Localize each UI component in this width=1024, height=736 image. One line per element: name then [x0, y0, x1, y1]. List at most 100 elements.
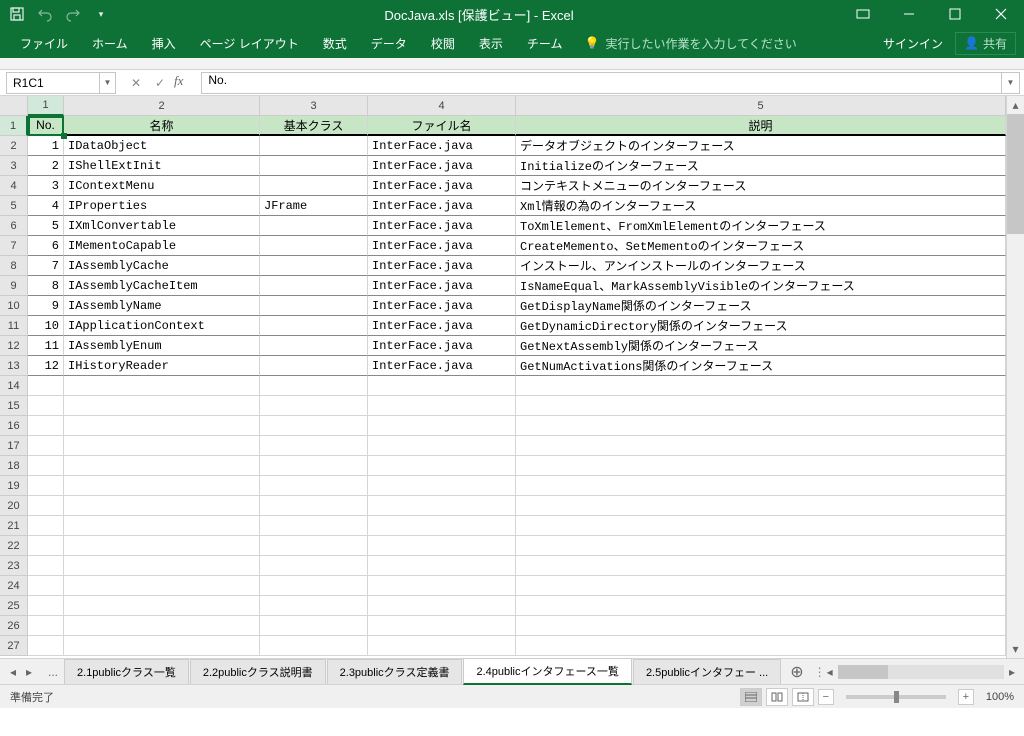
close-button[interactable]	[978, 0, 1024, 28]
cell[interactable]: 4	[28, 196, 64, 216]
row-header[interactable]: 10	[0, 296, 28, 316]
scroll-down-icon[interactable]: ▾	[1007, 640, 1024, 658]
cell[interactable]	[64, 516, 260, 536]
cell[interactable]: JFrame	[260, 196, 368, 216]
cell[interactable]: 名称	[64, 116, 260, 136]
cell[interactable]	[64, 536, 260, 556]
row-header[interactable]: 9	[0, 276, 28, 296]
undo-icon[interactable]	[36, 5, 54, 23]
scroll-right-icon[interactable]: ▸	[1004, 664, 1020, 680]
sheet-tab-resize[interactable]: ⋮	[812, 665, 818, 679]
cell[interactable]: No.	[28, 116, 64, 136]
minimize-button[interactable]	[886, 0, 932, 28]
cell[interactable]	[28, 476, 64, 496]
cell[interactable]	[260, 376, 368, 396]
cell[interactable]: 9	[28, 296, 64, 316]
cell[interactable]	[368, 556, 516, 576]
horizontal-scrollbar[interactable]: ◂ ▸	[822, 664, 1020, 680]
cell[interactable]	[368, 536, 516, 556]
cell[interactable]: 7	[28, 256, 64, 276]
row-header[interactable]: 24	[0, 576, 28, 596]
cell[interactable]: ファイル名	[368, 116, 516, 136]
cell[interactable]: InterFace.java	[368, 336, 516, 356]
cell[interactable]: InterFace.java	[368, 136, 516, 156]
cell[interactable]	[28, 596, 64, 616]
tab-insert[interactable]: 挿入	[140, 28, 188, 58]
sheet-nav-next-icon[interactable]: ▸	[22, 665, 36, 679]
cell[interactable]	[260, 476, 368, 496]
cell[interactable]: InterFace.java	[368, 356, 516, 376]
tab-home[interactable]: ホーム	[80, 28, 140, 58]
cell[interactable]: 基本クラス	[260, 116, 368, 136]
zoom-out-icon[interactable]: −	[818, 689, 834, 705]
cell[interactable]	[368, 476, 516, 496]
sheet-tab-2[interactable]: 2.2publicクラス説明書	[190, 659, 326, 684]
cell[interactable]	[260, 356, 368, 376]
cell[interactable]	[28, 456, 64, 476]
cell[interactable]	[368, 596, 516, 616]
sheet-tab-5[interactable]: 2.5publicインタフェー ...	[633, 659, 781, 684]
cell[interactable]	[28, 636, 64, 656]
cell[interactable]	[516, 436, 1006, 456]
cell[interactable]: InterFace.java	[368, 196, 516, 216]
sheet-more-icon[interactable]: ...	[42, 665, 64, 679]
cell[interactable]	[64, 436, 260, 456]
row-header[interactable]: 23	[0, 556, 28, 576]
redo-icon[interactable]	[64, 5, 82, 23]
cell[interactable]	[64, 416, 260, 436]
row-header[interactable]: 11	[0, 316, 28, 336]
cell[interactable]: InterFace.java	[368, 296, 516, 316]
cell[interactable]	[516, 596, 1006, 616]
cell[interactable]	[64, 396, 260, 416]
cell[interactable]: InterFace.java	[368, 216, 516, 236]
zoom-level[interactable]: 100%	[986, 691, 1014, 703]
row-header[interactable]: 5	[0, 196, 28, 216]
cell[interactable]: IXmlConvertable	[64, 216, 260, 236]
vertical-scrollbar[interactable]: ▴ ▾	[1006, 96, 1024, 658]
cell[interactable]: 説明	[516, 116, 1006, 136]
row-header[interactable]: 13	[0, 356, 28, 376]
tab-view[interactable]: 表示	[467, 28, 515, 58]
zoom-slider[interactable]	[846, 695, 946, 699]
cell[interactable]	[260, 396, 368, 416]
cell[interactable]	[368, 636, 516, 656]
cell[interactable]: 12	[28, 356, 64, 376]
cell[interactable]	[28, 516, 64, 536]
cell[interactable]	[368, 396, 516, 416]
select-all-corner[interactable]	[0, 96, 28, 116]
cell[interactable]	[28, 496, 64, 516]
cell[interactable]: IAssemblyEnum	[64, 336, 260, 356]
cell[interactable]: 2	[28, 156, 64, 176]
cell[interactable]	[368, 376, 516, 396]
row-header[interactable]: 21	[0, 516, 28, 536]
cell[interactable]: IAssemblyName	[64, 296, 260, 316]
tab-team[interactable]: チーム	[515, 28, 575, 58]
sheet-nav-prev-icon[interactable]: ◂	[6, 665, 20, 679]
cell[interactable]	[260, 216, 368, 236]
cell[interactable]	[260, 236, 368, 256]
tell-me-search[interactable]: 💡 実行したい作業を入力してください	[574, 35, 806, 52]
cell[interactable]	[260, 276, 368, 296]
cell[interactable]	[260, 416, 368, 436]
row-header[interactable]: 2	[0, 136, 28, 156]
cell[interactable]	[516, 376, 1006, 396]
row-header[interactable]: 18	[0, 456, 28, 476]
cell[interactable]: 3	[28, 176, 64, 196]
cell[interactable]: CreateMemento、SetMementoのインターフェース	[516, 236, 1006, 256]
cell[interactable]: IDataObject	[64, 136, 260, 156]
row-header[interactable]: 27	[0, 636, 28, 656]
tab-data[interactable]: データ	[359, 28, 419, 58]
cell[interactable]	[368, 576, 516, 596]
row-header[interactable]: 16	[0, 416, 28, 436]
tab-review[interactable]: 校閲	[419, 28, 467, 58]
ribbon-display-icon[interactable]	[840, 0, 886, 28]
cell[interactable]	[28, 556, 64, 576]
cell[interactable]	[64, 556, 260, 576]
cell[interactable]	[28, 376, 64, 396]
fx-icon[interactable]: fx	[174, 73, 191, 93]
row-header[interactable]: 26	[0, 616, 28, 636]
cell[interactable]	[64, 456, 260, 476]
cell[interactable]: GetNumActivations関係のインターフェース	[516, 356, 1006, 376]
formula-input[interactable]: No.	[201, 72, 1002, 94]
sheet-tab-4[interactable]: 2.4publicインタフェース一覧	[463, 658, 631, 685]
